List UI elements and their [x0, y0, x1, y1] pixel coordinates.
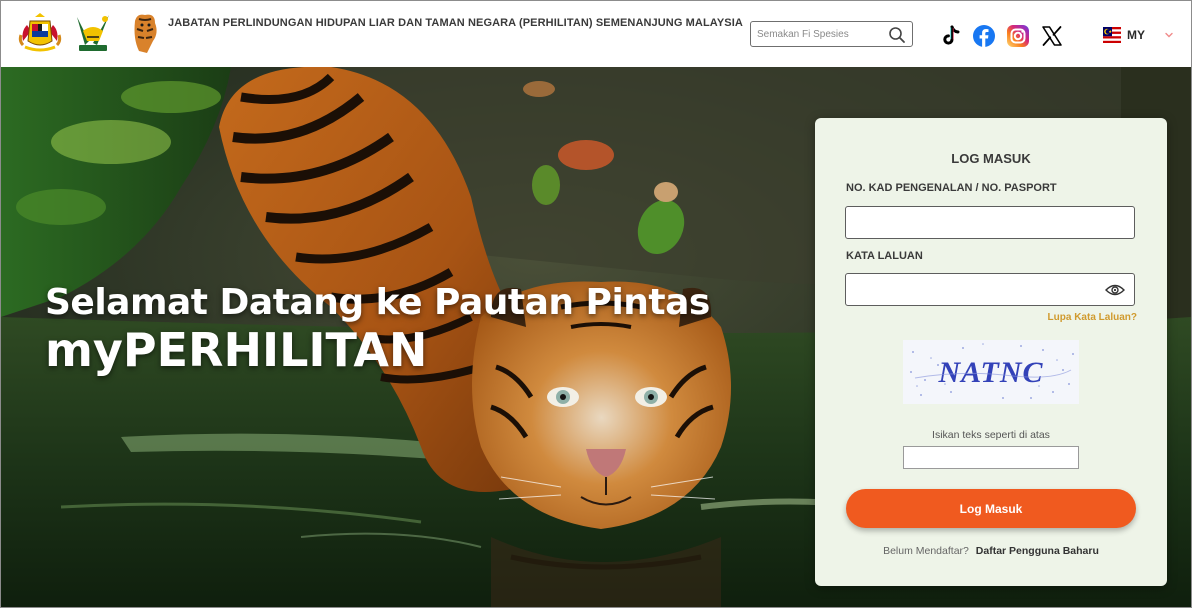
browser-page: JABATAN PERLINDUNGAN HIDUPAN LIAR DAN TA…	[0, 0, 1192, 608]
agency-name: JABATAN PERLINDUNGAN HIDUPAN LIAR DAN TA…	[168, 17, 743, 29]
search-input[interactable]	[757, 25, 879, 43]
language-selector[interactable]: MY	[1097, 23, 1181, 49]
password-label: KATA LALUAN	[846, 250, 923, 262]
ic-passport-input[interactable]	[845, 206, 1135, 239]
tiger-mascot-logo	[134, 14, 157, 54]
perhilitan-logo[interactable]	[73, 11, 113, 55]
x-icon[interactable]	[1040, 24, 1064, 48]
hero-brand-text: myPERHILITAN	[45, 323, 428, 377]
login-button[interactable]: Log Masuk	[846, 489, 1136, 528]
hero-heading: Selamat Datang ke Pautan Pintas myPERHIL…	[45, 281, 710, 375]
password-input[interactable]	[845, 273, 1135, 306]
site-header: JABATAN PERLINDUNGAN HIDUPAN LIAR DAN TA…	[1, 1, 1191, 68]
register-prompt-line: Belum Mendaftar? Daftar Pengguna Baharu	[815, 545, 1167, 557]
language-label: MY	[1127, 28, 1145, 42]
instagram-icon[interactable]	[1006, 24, 1030, 48]
facebook-icon[interactable]	[972, 24, 996, 48]
hero-welcome-text: Selamat Datang ke Pautan Pintas	[45, 282, 710, 323]
captcha-image: NATNC	[903, 340, 1079, 404]
jata-negara-logo[interactable]	[17, 11, 63, 55]
eye-icon[interactable]	[1105, 282, 1125, 298]
chevron-down-icon	[1165, 32, 1173, 38]
ic-passport-label: NO. KAD PENGENALAN / NO. PASPORT	[846, 182, 1057, 194]
captcha-text: NATNC	[937, 356, 1043, 389]
forgot-password-link[interactable]: Lupa Kata Laluan?	[1048, 312, 1137, 323]
login-title: LOG MASUK	[951, 151, 1031, 166]
captcha-input[interactable]	[903, 446, 1079, 469]
tiktok-icon[interactable]	[938, 24, 962, 48]
search-icon[interactable]	[888, 26, 906, 44]
register-prompt: Belum Mendaftar?	[883, 545, 969, 557]
register-link[interactable]: Daftar Pengguna Baharu	[976, 545, 1099, 557]
malaysia-flag-icon	[1103, 27, 1121, 43]
species-fee-search[interactable]	[750, 21, 913, 47]
login-card: LOG MASUK NO. KAD PENGENALAN / NO. PASPO…	[815, 118, 1167, 586]
captcha-hint: Isikan teks seperti di atas	[932, 429, 1050, 441]
